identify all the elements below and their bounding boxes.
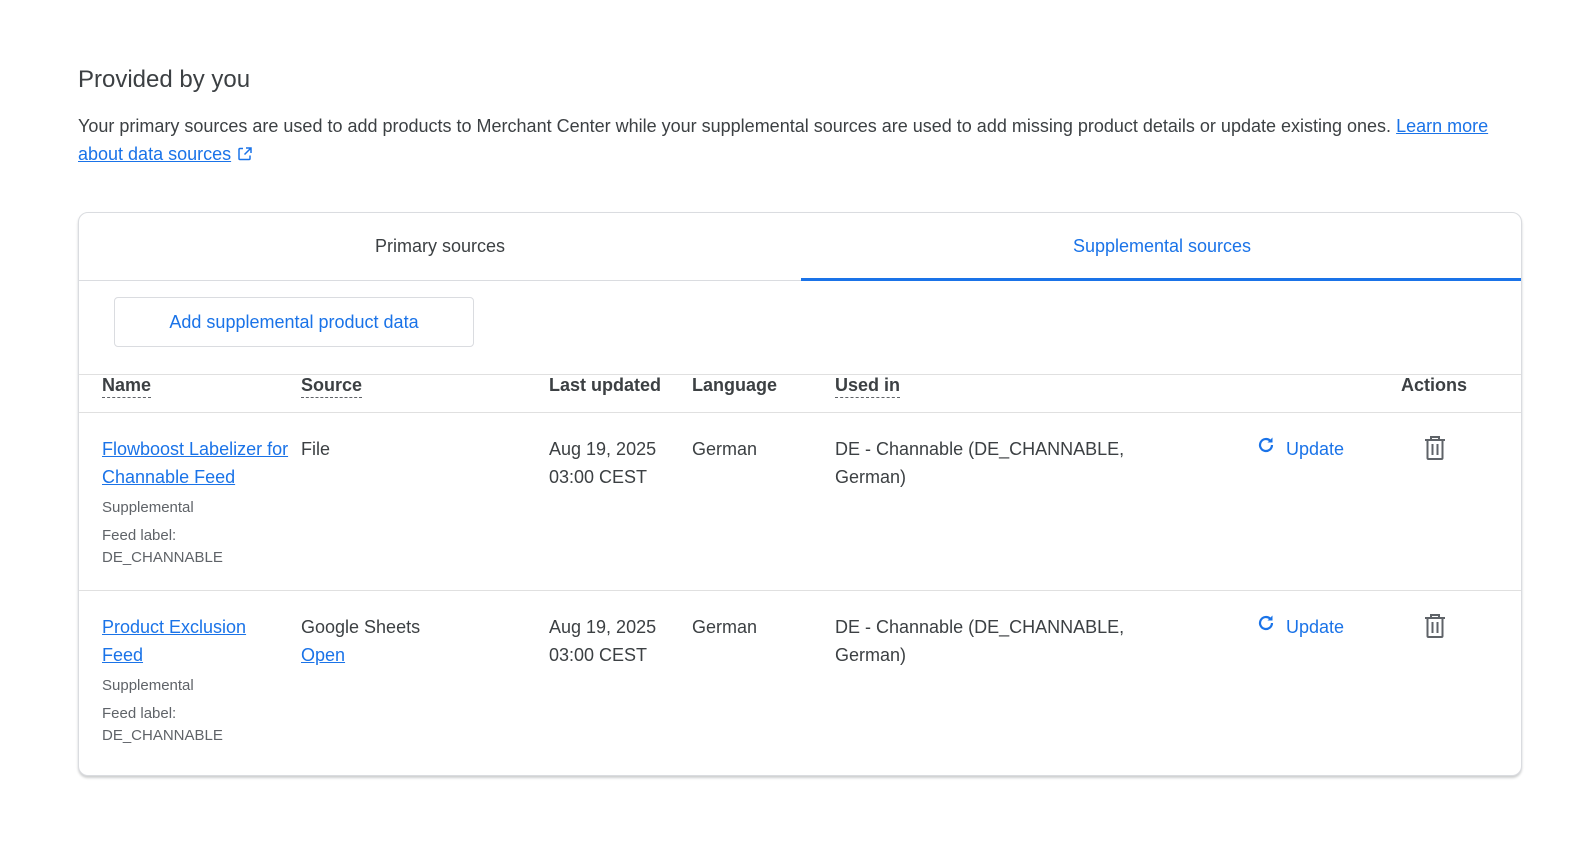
source-name-link[interactable]: Product Exclusion Feed — [102, 617, 246, 665]
description-text: Your primary sources are used to add pro… — [78, 116, 1392, 136]
source-name-link[interactable]: Flowboost Labelizer for Channable Feed — [102, 439, 288, 487]
header-name[interactable]: Name — [102, 375, 292, 398]
update-label: Update — [1286, 439, 1345, 459]
open-in-new-icon — [237, 142, 253, 170]
source-type: Supplemental — [102, 499, 194, 516]
tab-primary-sources[interactable]: Primary sources — [79, 213, 801, 280]
section-title: Provided by you — [78, 66, 251, 93]
refresh-icon — [1256, 435, 1276, 463]
last-updated-cell: Aug 19, 2025 03:00 CEST — [549, 613, 689, 669]
source-type: Supplemental — [102, 677, 194, 694]
feed-label-value: DE_CHANNABLE — [102, 727, 223, 744]
delete-button[interactable] — [1423, 435, 1447, 469]
updated-date: Aug 19, 2025 — [549, 617, 657, 637]
language-cell: German — [692, 617, 758, 637]
header-language: Language — [692, 375, 778, 395]
sources-card: Primary sources Supplemental sources Add… — [78, 212, 1522, 776]
add-supplemental-data-button[interactable]: Add supplemental product data — [114, 297, 474, 347]
update-action[interactable]: Update — [1256, 613, 1344, 641]
section-description: Your primary sources are used to add pro… — [78, 112, 1518, 170]
last-updated-cell: Aug 19, 2025 03:00 CEST — [549, 435, 689, 491]
header-used-in[interactable]: Used in — [835, 375, 1165, 398]
trash-icon — [1423, 613, 1447, 647]
update-action[interactable]: Update — [1256, 435, 1344, 463]
feed-label-title: Feed label: — [102, 527, 177, 544]
table-header: Name Source Last updated Language Used i… — [79, 361, 1521, 413]
delete-button[interactable] — [1423, 613, 1447, 647]
updated-date: Aug 19, 2025 — [549, 439, 657, 459]
language-cell: German — [692, 439, 758, 459]
table-row: Product Exclusion Feed Supplemental Feed… — [79, 591, 1521, 775]
updated-time: 03:00 CEST — [549, 467, 648, 487]
source-type-text: File — [301, 439, 331, 459]
tab-supplemental-sources[interactable]: Supplemental sources — [801, 213, 1521, 281]
header-actions: Actions — [1401, 375, 1468, 395]
name-cell: Flowboost Labelizer for Channable Feed S… — [102, 435, 292, 569]
used-in-cell: DE - Channable (DE_CHANNABLE, German) — [835, 439, 1125, 487]
feed-label-title: Feed label: — [102, 705, 177, 722]
updated-time: 03:00 CEST — [549, 645, 648, 665]
update-label: Update — [1286, 617, 1345, 637]
source-cell: File — [301, 435, 531, 463]
refresh-icon — [1256, 613, 1276, 641]
header-source[interactable]: Source — [301, 375, 531, 398]
table-row: Flowboost Labelizer for Channable Feed S… — [79, 413, 1521, 591]
header-last-updated: Last updated — [549, 375, 662, 395]
name-cell: Product Exclusion Feed Supplemental Feed… — [102, 613, 292, 747]
used-in-cell: DE - Channable (DE_CHANNABLE, German) — [835, 617, 1125, 665]
trash-icon — [1423, 435, 1447, 469]
source-tabs: Primary sources Supplemental sources — [79, 213, 1521, 281]
source-type-text: Google Sheets — [301, 617, 421, 637]
page: Provided by you Your primary sources are… — [0, 0, 1592, 853]
open-sheet-link[interactable]: Open — [301, 645, 345, 665]
source-cell: Google Sheets Open — [301, 613, 531, 669]
feed-label-value: DE_CHANNABLE — [102, 549, 223, 566]
